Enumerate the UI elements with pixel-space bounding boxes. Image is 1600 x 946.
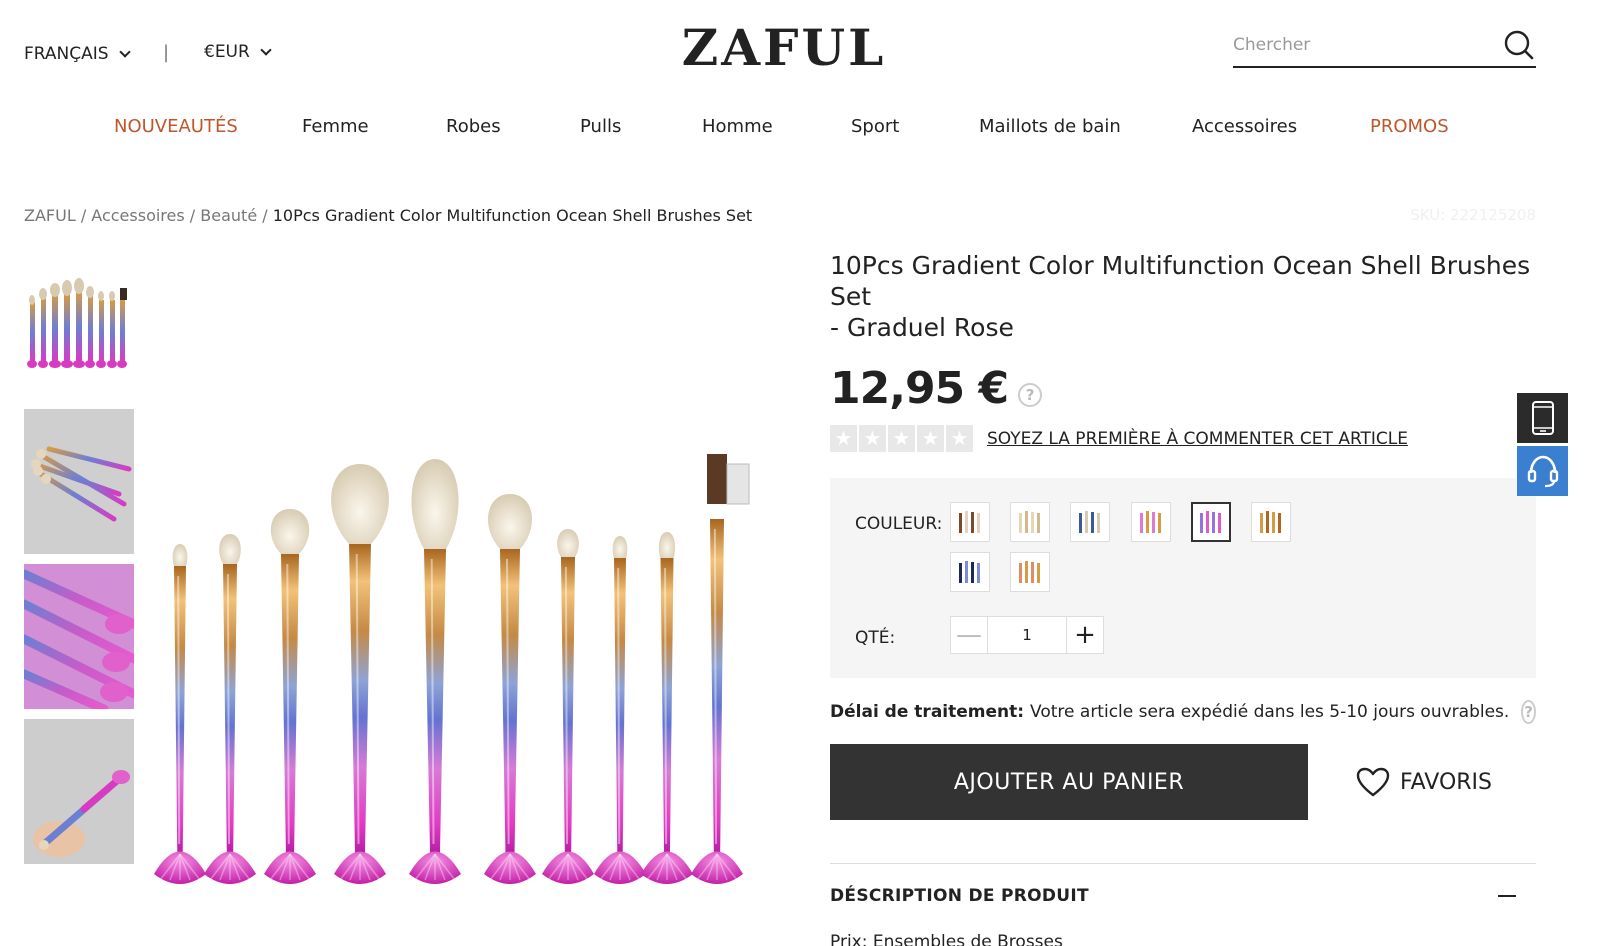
qty-input[interactable]: 1 <box>988 617 1066 653</box>
heart-icon <box>1356 767 1390 797</box>
nav-item-pulls[interactable]: Pulls <box>580 116 621 137</box>
favorites-button[interactable]: FAVORIS <box>1356 767 1492 797</box>
color-swatch[interactable] <box>950 502 990 542</box>
star-icon: ★ <box>917 425 944 452</box>
qty-label: QTÉ: <box>855 628 896 648</box>
breadcrumb-link[interactable]: Beauté <box>200 206 257 225</box>
breadcrumb-link[interactable]: Accessoires <box>91 206 184 225</box>
sku-label: SKU: 222125208 <box>1410 206 1536 224</box>
processing-time-label: Délai de traitement: <box>830 702 1025 722</box>
write-review-link[interactable]: SOYEZ LA PREMIÈRE À COMMENTER CET ARTICL… <box>987 429 1408 449</box>
breadcrumb-current: 10Pcs Gradient Color Multifunction Ocean… <box>272 206 753 225</box>
breadcrumb-separator: / <box>75 206 92 225</box>
product-price: 12,95 € <box>830 363 1009 414</box>
nav-item-sport[interactable]: Sport <box>851 116 899 137</box>
rating-stars: ★ ★ ★ ★ ★ <box>830 425 973 452</box>
nav-item-nouveautes[interactable]: NOUVEAUTÉS <box>114 116 238 137</box>
nav-item-accessoires[interactable]: Accessoires <box>1192 116 1297 137</box>
search-bar <box>1233 28 1536 68</box>
processing-time-text: Votre article sera expédié dans les 5-10… <box>1030 702 1510 722</box>
star-icon: ★ <box>888 425 915 452</box>
color-swatch[interactable] <box>1070 502 1110 542</box>
breadcrumb-link[interactable]: ZAFUL <box>24 206 76 225</box>
color-swatch[interactable] <box>1010 502 1050 542</box>
help-icon[interactable]: ? <box>1521 700 1536 724</box>
favorites-label: FAVORIS <box>1400 769 1492 795</box>
help-icon[interactable]: ? <box>1018 383 1043 407</box>
product-title: 10Pcs Gradient Color Multifunction Ocean… <box>830 250 1536 343</box>
quantity-stepper: — 1 + <box>950 616 1104 654</box>
headset-icon <box>1527 455 1558 488</box>
nav-item-robes[interactable]: Robes <box>446 116 501 137</box>
product-main-image[interactable] <box>150 254 760 926</box>
qty-increase-button[interactable]: + <box>1066 617 1103 653</box>
breadcrumb: ZAFUL / Accessoires / Beauté / 10Pcs Gra… <box>24 206 752 225</box>
search-input[interactable] <box>1233 28 1483 62</box>
add-to-cart-button[interactable]: AJOUTER AU PANIER <box>830 744 1308 820</box>
description-line: Prix: Ensembles de Brosses <box>830 932 1063 946</box>
description-header[interactable]: DÉSCRIPTION DE PRODUIT <box>830 863 1536 906</box>
product-title-variant: - Graduel Rose <box>830 313 1014 342</box>
product-options: COULEUR: QTÉ: — 1 + <box>830 478 1536 678</box>
nav-item-homme[interactable]: Homme <box>702 116 773 137</box>
star-icon: ★ <box>859 425 886 452</box>
color-label: COULEUR: <box>855 514 943 534</box>
product-title-line: 10Pcs Gradient Color Multifunction Ocean… <box>830 251 1531 311</box>
mobile-app-button[interactable] <box>1517 393 1568 443</box>
processing-time: Délai de traitement: Votre article sera … <box>830 700 1536 724</box>
breadcrumb-separator: / <box>184 206 201 225</box>
price-row: 12,95 € ? <box>830 365 1536 413</box>
qty-decrease-button[interactable]: — <box>951 617 988 653</box>
thumbnail-3[interactable] <box>24 564 134 709</box>
description-title: DÉSCRIPTION DE PRODUIT <box>830 886 1089 906</box>
search-icon[interactable] <box>1504 30 1534 60</box>
thumbnail-2[interactable] <box>24 409 134 554</box>
phone-icon <box>1531 401 1554 435</box>
color-swatch[interactable] <box>1010 552 1050 592</box>
rating-row: ★ ★ ★ ★ ★ SOYEZ LA PREMIÈRE À COMMENTER … <box>830 425 1536 452</box>
product-info: 10Pcs Gradient Color Multifunction Ocean… <box>830 250 1536 946</box>
nav-item-femme[interactable]: Femme <box>302 116 369 137</box>
color-swatch[interactable] <box>950 552 990 592</box>
main-nav: NOUVEAUTÉS Femme Robes Pulls Homme Sport… <box>0 116 1568 146</box>
star-icon: ★ <box>946 425 973 452</box>
thumbnail-4[interactable] <box>24 719 134 864</box>
color-swatch[interactable] <box>1131 502 1171 542</box>
collapse-icon[interactable] <box>1498 895 1516 897</box>
nav-item-maillots[interactable]: Maillots de bain <box>979 116 1121 137</box>
nav-item-promos[interactable]: PROMOS <box>1370 116 1449 137</box>
color-swatch[interactable] <box>1251 502 1291 542</box>
thumbnail-1[interactable] <box>24 254 134 399</box>
customer-service-button[interactable] <box>1517 446 1568 496</box>
header: FRANÇAIS | €EUR ZAFUL <box>0 0 1600 100</box>
product-actions: AJOUTER AU PANIER FAVORIS <box>830 744 1536 820</box>
thumbnail-gallery <box>24 254 134 874</box>
breadcrumb-separator: / <box>257 206 273 225</box>
color-swatch[interactable] <box>1191 502 1231 542</box>
star-icon: ★ <box>830 425 857 452</box>
